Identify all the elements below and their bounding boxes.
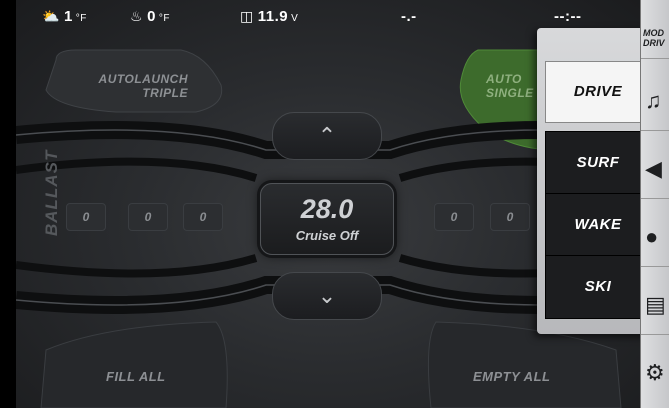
cruise-speed-display[interactable]: 28.0 Cruise Off (260, 183, 394, 255)
sidebar-lights-button[interactable]: ● (641, 208, 669, 267)
clock-readout: --:-- (554, 8, 582, 25)
cruise-status: Cruise Off (295, 228, 359, 243)
ballast-right-1[interactable]: 0 (434, 203, 474, 231)
main-panel: ⛅ 1 °F ♨ 0 °F ◫ 11.9 V -.- --:-- AUTOLAUNCH TR… (16, 0, 640, 408)
sidebar-dashboard-button[interactable]: ▤ (641, 276, 669, 335)
sidebar-mode-button[interactable]: MOD DRIV (641, 0, 669, 59)
depth-readout: -.- (401, 8, 417, 25)
mode-drive-button[interactable]: DRIVE (545, 61, 640, 123)
gear-icon: ⚙ (645, 360, 665, 385)
dashboard-icon: ▤ (645, 292, 666, 317)
battery-readout: ◫ 11.9 V (240, 8, 299, 25)
sidebar-music-button[interactable]: ♫ (641, 72, 669, 131)
ballast-left-2[interactable]: 0 (128, 203, 168, 231)
screen: ⛅ 1 °F ♨ 0 °F ◫ 11.9 V -.- --:-- AUTOLAUNCH TR… (0, 0, 669, 408)
mode-surf-button[interactable]: SURF (545, 131, 640, 195)
speaker-icon: ◀ (645, 156, 662, 181)
speed-up-button[interactable]: ⌃ (272, 112, 382, 160)
empty-all-button[interactable]: EMPTY ALL (473, 369, 550, 384)
ballast-label: BALLAST (42, 149, 61, 236)
ballast-left-3[interactable]: 0 (183, 203, 223, 231)
autolaunch-single-button[interactable]: AUTO SINGLE (486, 72, 534, 100)
sun-cloud-icon: ⛅ (42, 8, 60, 24)
water-temp-icon: ♨ (130, 8, 144, 24)
sidebar-audio-button[interactable]: ◀ (641, 140, 669, 199)
mode-menu: DRIVE SURF WAKE SKI (537, 28, 640, 334)
ballast-left-1[interactable]: 0 (66, 203, 106, 231)
water-temp-readout: ♨ 0 °F (130, 8, 171, 25)
autolaunch-triple-button[interactable]: AUTOLAUNCH TRIPLE (70, 72, 188, 100)
ballast-right-2[interactable]: 0 (490, 203, 530, 231)
right-sidebar: MOD DRIV ♫ ◀ ● ▤ ⚙ (640, 0, 669, 408)
sidebar-settings-button[interactable]: ⚙ (641, 344, 669, 402)
cruise-speed-value: 28.0 (300, 194, 354, 224)
chevron-up-icon: ⌃ (317, 123, 337, 148)
battery-icon: ◫ (240, 8, 254, 24)
air-temp-readout: ⛅ 1 °F (42, 8, 87, 25)
mode-wake-button[interactable]: WAKE (545, 193, 640, 257)
chevron-down-icon: ⌄ (317, 283, 337, 308)
mode-ski-button[interactable]: SKI (545, 255, 640, 319)
speed-down-button[interactable]: ⌄ (272, 272, 382, 320)
fill-all-button[interactable]: FILL ALL (106, 369, 166, 384)
light-bulb-icon: ● (645, 224, 659, 249)
music-icon: ♫ (645, 88, 662, 113)
